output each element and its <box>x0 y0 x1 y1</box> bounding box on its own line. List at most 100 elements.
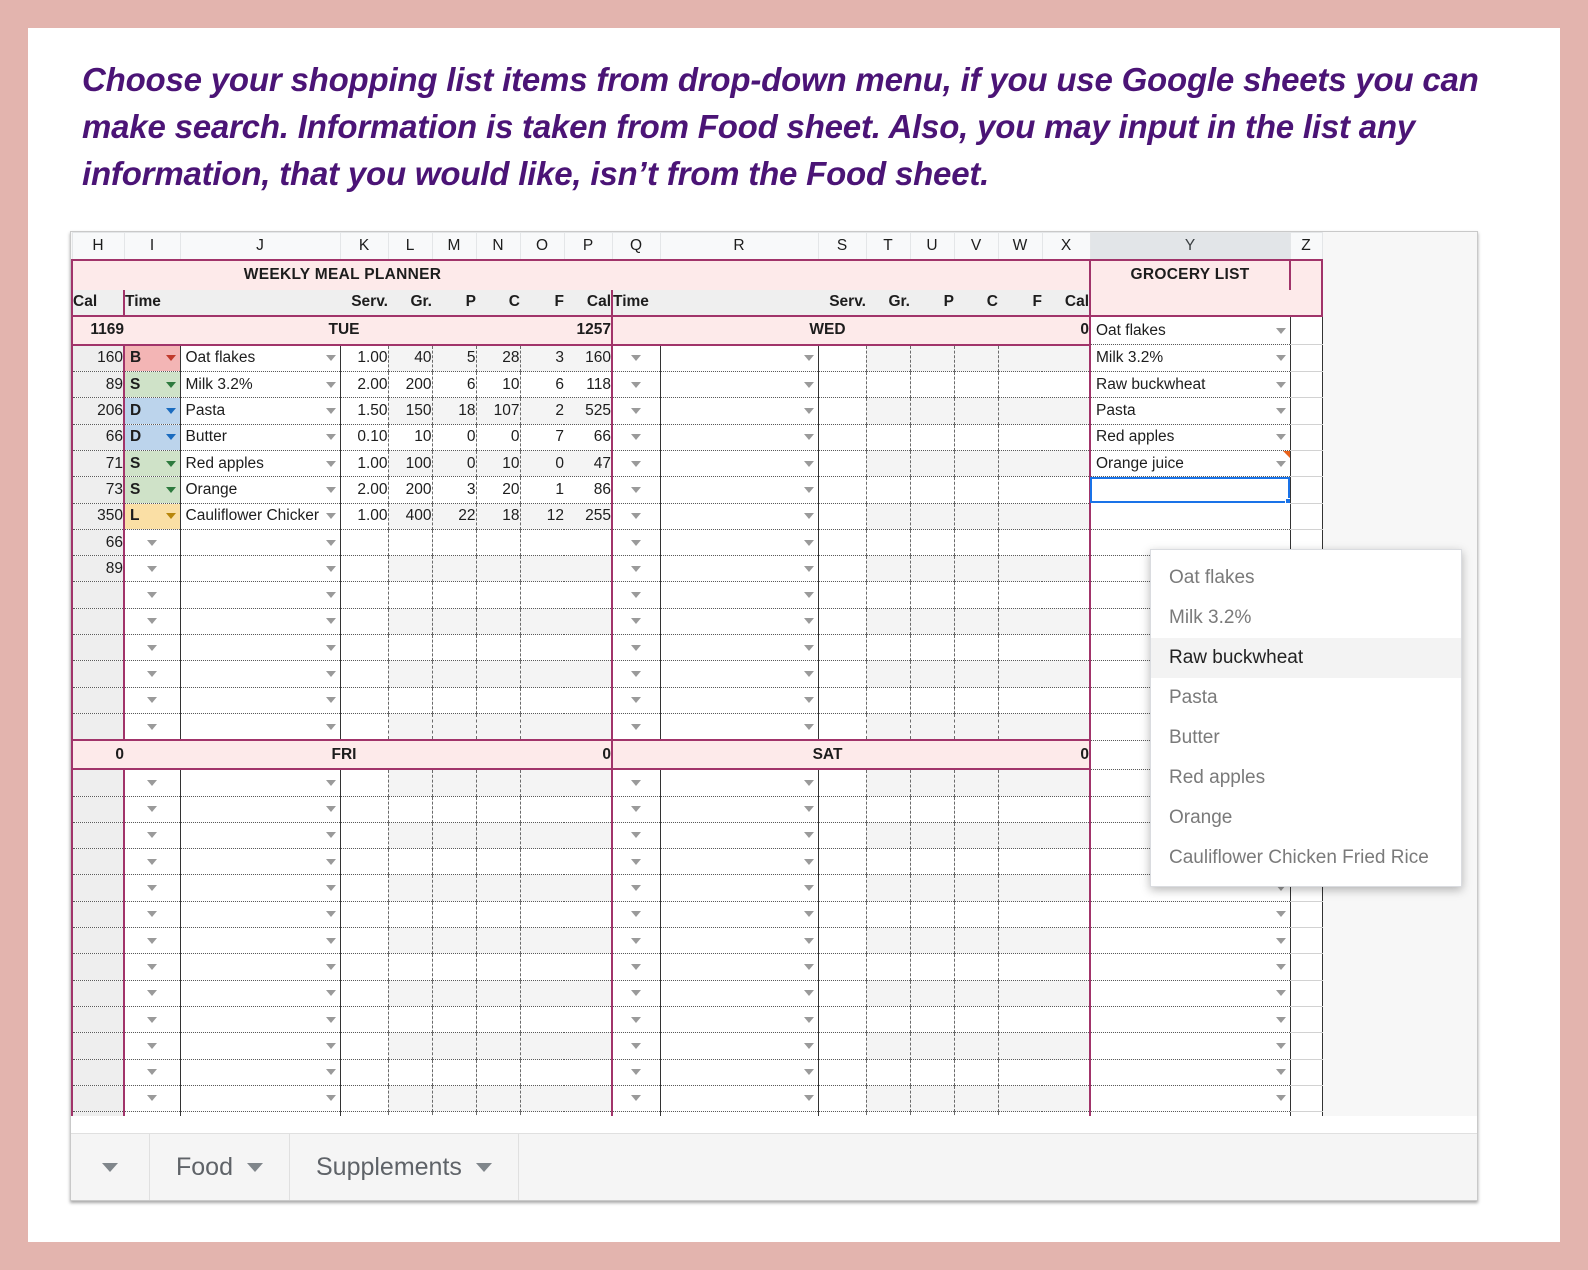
meal-time-select[interactable]: D <box>123 397 180 425</box>
meal-food-select[interactable] <box>179 1085 341 1113</box>
meal-serv[interactable] <box>818 424 866 451</box>
grocery-qty-cell[interactable] <box>1289 1006 1323 1034</box>
meal-gr[interactable] <box>865 660 910 688</box>
meal-c[interactable] <box>475 927 520 955</box>
meal-f[interactable] <box>519 874 564 902</box>
meal-time-select[interactable] <box>123 1032 180 1060</box>
meal-food-select[interactable] <box>659 503 819 530</box>
meal-kcal[interactable] <box>564 713 613 741</box>
meal-time-select[interactable] <box>611 397 660 425</box>
meal-time-select[interactable] <box>611 660 660 688</box>
meal-food-select[interactable]: Milk 3.2% <box>179 371 341 399</box>
dropdown-arrow-icon[interactable] <box>803 806 814 813</box>
meal-kcal[interactable] <box>564 1085 613 1113</box>
chevron-down-icon[interactable] <box>246 1162 263 1172</box>
meal-time-select[interactable] <box>611 1059 660 1086</box>
meal-f[interactable] <box>997 1006 1042 1034</box>
meal-gr[interactable] <box>865 424 910 451</box>
dropdown-arrow-icon[interactable] <box>147 963 158 970</box>
meal-gr[interactable] <box>387 769 432 797</box>
meal-f[interactable] <box>519 901 564 929</box>
dropdown-arrow-icon[interactable] <box>631 644 642 651</box>
meal-kcal[interactable] <box>1042 371 1091 399</box>
meal-row[interactable]: 350 L Cauliflower Chicker 1.00 400 22 18 12 255 <box>71 503 1323 530</box>
dropdown-option-red-apples[interactable]: Red apples <box>1151 758 1461 798</box>
meal-food-select[interactable] <box>179 769 341 797</box>
dropdown-option-raw-buckwheat[interactable]: Raw buckwheat <box>1151 638 1461 678</box>
column-header-W[interactable]: W <box>997 232 1043 260</box>
meal-c[interactable] <box>953 503 998 530</box>
meal-kcal[interactable] <box>1042 503 1091 530</box>
meal-food-select[interactable] <box>179 822 341 850</box>
meal-f[interactable] <box>519 660 564 688</box>
meal-c[interactable] <box>475 581 520 609</box>
meal-c[interactable] <box>475 848 520 876</box>
meal-kcal[interactable] <box>1042 769 1091 797</box>
dropdown-option-oat-flakes[interactable]: Oat flakes <box>1151 558 1461 598</box>
meal-gr[interactable] <box>387 660 432 688</box>
meal-food-select[interactable] <box>659 634 819 662</box>
meal-f[interactable] <box>997 980 1042 1007</box>
dropdown-arrow-icon[interactable] <box>165 486 176 493</box>
meal-f[interactable]: 2 <box>519 397 564 425</box>
meal-food-select[interactable]: Red apples <box>179 450 341 478</box>
meal-f[interactable] <box>519 980 564 1007</box>
grocery-qty-cell[interactable] <box>1289 397 1323 425</box>
meal-food-select[interactable] <box>659 769 819 797</box>
meal-c[interactable] <box>953 1059 998 1086</box>
dropdown-arrow-icon[interactable] <box>631 513 642 520</box>
meal-f[interactable]: 3 <box>519 344 564 373</box>
meal-f[interactable] <box>997 581 1042 609</box>
meal-food-select[interactable] <box>659 1032 819 1060</box>
meal-kcal[interactable] <box>1042 581 1091 609</box>
dropdown-arrow-icon[interactable] <box>165 355 176 362</box>
dropdown-arrow-icon[interactable] <box>165 460 176 467</box>
meal-c[interactable] <box>953 344 998 373</box>
grocery-cell-milk-3-2-[interactable]: Milk 3.2% <box>1089 344 1290 373</box>
meal-serv[interactable] <box>818 450 866 478</box>
dropdown-arrow-icon[interactable] <box>325 937 336 944</box>
meal-c[interactable] <box>953 769 998 797</box>
meal-f[interactable] <box>997 1059 1042 1086</box>
column-header-K[interactable]: K <box>339 232 389 260</box>
dropdown-arrow-icon[interactable] <box>803 697 814 704</box>
dropdown-arrow-icon[interactable] <box>325 779 336 786</box>
meal-gr[interactable] <box>865 822 910 850</box>
meal-kcal[interactable]: 160 <box>564 344 613 373</box>
column-header-H[interactable]: H <box>71 232 125 260</box>
meal-time-select[interactable]: S <box>123 450 180 478</box>
meal-p[interactable] <box>431 1032 476 1060</box>
dropdown-option-cauliflower-chicken-fried-rice[interactable]: Cauliflower Chicken Fried Rice <box>1151 838 1461 878</box>
meal-kcal[interactable] <box>1042 1032 1091 1060</box>
dropdown-arrow-icon[interactable] <box>325 565 336 572</box>
meal-serv[interactable] <box>818 769 866 797</box>
meal-gr[interactable] <box>865 901 910 929</box>
meal-gr[interactable] <box>865 927 910 955</box>
dropdown-arrow-icon[interactable] <box>803 355 814 362</box>
meal-kcal[interactable] <box>1042 687 1091 714</box>
all-sheets-button[interactable] <box>71 1134 150 1200</box>
meal-f[interactable] <box>997 608 1042 636</box>
meal-time-select[interactable] <box>611 687 660 714</box>
meal-gr[interactable] <box>387 529 432 557</box>
meal-serv[interactable]: 2.00 <box>340 476 388 504</box>
meal-f[interactable] <box>519 608 564 636</box>
meal-c[interactable] <box>953 371 998 399</box>
dropdown-arrow-icon[interactable] <box>325 832 336 839</box>
meal-c[interactable] <box>953 555 998 583</box>
meal-kcal[interactable]: 47 <box>564 450 613 478</box>
column-header-row[interactable]: HIJKLMNOPQRSTUVWXYZ <box>71 232 1323 260</box>
dropdown-arrow-icon[interactable] <box>803 1016 814 1023</box>
meal-c[interactable] <box>953 634 998 662</box>
meal-food-select[interactable] <box>179 687 341 714</box>
meal-kcal[interactable] <box>564 769 613 797</box>
meal-gr[interactable] <box>865 1059 910 1086</box>
meal-c[interactable] <box>475 769 520 797</box>
meal-p[interactable] <box>909 822 954 850</box>
meal-gr[interactable]: 150 <box>387 397 432 425</box>
meal-kcal[interactable] <box>1042 660 1091 688</box>
meal-kcal[interactable] <box>1042 555 1091 583</box>
meal-time-select[interactable] <box>123 769 180 797</box>
dropdown-arrow-icon[interactable] <box>1275 1042 1286 1049</box>
meal-gr[interactable] <box>387 634 432 662</box>
